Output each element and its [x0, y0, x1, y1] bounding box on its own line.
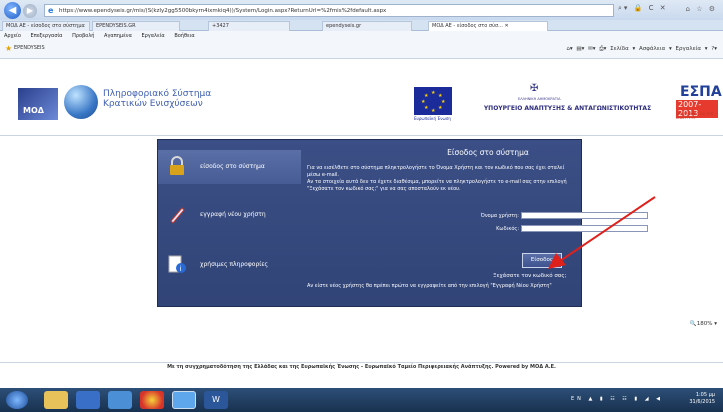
clock-time: 1:05 μμ: [695, 392, 715, 398]
ministry-sub: ΕΛΛΗΝΙΚΗ ΔΗΜΟΚΡΑΤΙΑ: [518, 97, 561, 101]
page-menu[interactable]: Σελίδα ▾: [610, 46, 635, 52]
command-tools: ⌂▾ ▤▾ ✉▾ ⎙▾ Σελίδα ▾ Ασφάλεια ▾ Εργαλεία…: [566, 46, 717, 53]
zoom-level[interactable]: 🔍180% ▾: [690, 321, 717, 327]
command-bar: ★ EPENDYSEIS ⌂▾ ▤▾ ✉▾ ⎙▾ Σελίδα ▾ Ασφάλε…: [0, 41, 723, 59]
login-desc-1: Για να εισέλθετε στο σύστημα πληκτρολογή…: [307, 165, 565, 178]
menu-edit[interactable]: Επεξεργασία: [31, 33, 63, 39]
help-icon[interactable]: ?▾: [711, 46, 717, 52]
login-title: Είσοδος στο σύστημα: [447, 148, 529, 157]
header-divider: [0, 135, 723, 136]
clock[interactable]: 1:05 μμ 31/6/2015: [689, 392, 715, 406]
ministry-name: ΥΠΟΥΡΓΕΙΟ ΑΝΑΠΤΥΞΗΣ & ΑΝΤΑΓΩΝΙΣΤΙΚΟΤΗΤΑΣ: [483, 105, 652, 112]
espa-sub: ΠΡΟΓΡΑΜΜΑ ΓΙΑ ΤΗΝ ΑΝΑΠΤΥΞΗ: [676, 112, 714, 120]
clock-date: 31/6/2015: [689, 399, 715, 405]
home-icon[interactable]: ⌂▾: [566, 46, 572, 52]
svg-text:i: i: [180, 265, 182, 273]
system-name-line1: Πληροφοριακό Σύστημα: [103, 89, 212, 99]
browser-titlebar: ◀ ▶ e https://www.ependyseis.gr/mis/(S(k…: [0, 0, 723, 20]
tab-3[interactable]: +3427: [208, 21, 290, 31]
eu-caption: Ευρωπαϊκή Ένωση: [414, 116, 451, 121]
sidebar-item-info[interactable]: i χρήσιμες πληροφορίες: [158, 248, 301, 282]
menu-file[interactable]: Αρχείο: [4, 33, 21, 39]
screen: ◀ ▶ e https://www.ependyseis.gr/mis/(S(k…: [0, 0, 723, 412]
tab-2[interactable]: EPENDYSEIS.GR: [92, 21, 180, 31]
mail-icon[interactable]: ✉▾: [588, 46, 595, 52]
tab-label: ependyseis.gr: [326, 23, 362, 29]
sidebar-item-label: είσοδος στο σύστημα: [200, 163, 265, 170]
ie-icon: e: [48, 6, 54, 15]
tools-menu[interactable]: Εργαλεία ▾: [675, 46, 707, 52]
language-indicator[interactable]: EN: [571, 396, 584, 402]
footer: Με τη συγχρηματοδότηση της Ελλάδας και τ…: [0, 362, 723, 371]
pen-icon: [170, 207, 185, 224]
register-note: Αν είστε νέος χρήστης θα πρέπει πρώτα να…: [307, 283, 552, 289]
back-button[interactable]: ◀: [4, 2, 21, 19]
home-star-gear-icons[interactable]: ⌂ ☆ ⚙: [686, 5, 717, 13]
sidebar: είσοδος στο σύστημα εγγραφή νέου χρήστη …: [158, 140, 301, 308]
eu-flag-icon: ★ ★ ★ ★ ★ ★ ★ ★: [414, 87, 452, 115]
tab-label: ΜΟΔ ΑΕ - είσοδος στο σύσ...: [432, 23, 503, 29]
sidebar-item-register[interactable]: εγγραφή νέου χρήστη: [158, 198, 301, 232]
system-name: Πληροφοριακό Σύστημα Κρατικών Ενισχύσεων: [103, 89, 211, 109]
sidebar-item-login[interactable]: είσοδος στο σύστημα: [158, 150, 301, 184]
word-icon[interactable]: W: [204, 391, 228, 409]
zoom-value: 180%: [696, 321, 713, 327]
system-tray[interactable]: EN ▲ ▮ ☷ ☷ ▮ ◢ ◀: [571, 396, 663, 402]
media-player-icon[interactable]: [76, 391, 100, 409]
login-description: Για να εισέλθετε στο σύστημα πληκτρολογή…: [307, 165, 577, 193]
site-header: ΜΟΔ Πληροφοριακό Σύστημα Κρατικών Ενισχύ…: [0, 77, 723, 137]
favorite-link[interactable]: EPENDYSEIS: [14, 45, 45, 51]
feeds-icon[interactable]: ▤▾: [576, 46, 584, 52]
greek-emblem-icon: ✠: [530, 83, 539, 94]
safety-menu[interactable]: Ασφάλεια ▾: [639, 46, 672, 52]
password-label: Κωδικός:: [496, 226, 519, 232]
menu-help[interactable]: Βοήθεια: [174, 33, 194, 39]
sidebar-item-label: εγγραφή νέου χρήστη: [200, 211, 266, 218]
red-arrow-annotation: [548, 196, 656, 269]
messenger-icon[interactable]: [108, 391, 132, 409]
tab-label: +3427: [212, 23, 229, 29]
tab-1[interactable]: ΜΟΔ ΑΕ - είσοδος στο σύστημα: [2, 21, 90, 31]
sidebar-item-label: χρήσιμες πληροφορίες: [200, 261, 269, 268]
address-tools[interactable]: ⌕▾ 🔒 C ✕: [618, 4, 668, 13]
url-text: https://www.ependyseis.gr/mis/(S(kzIy2gg…: [59, 8, 387, 14]
menu-tools[interactable]: Εργαλεία: [141, 33, 164, 39]
login-panel: είσοδος στο σύστημα εγγραφή νέου χρήστη …: [157, 139, 648, 308]
favorites-star-icon[interactable]: ★: [5, 44, 12, 53]
info-icon: i: [168, 255, 186, 273]
start-button[interactable]: [6, 391, 28, 409]
menu-view[interactable]: Προβολή: [72, 33, 94, 39]
tab-active[interactable]: ΜΟΔ ΑΕ - είσοδος στο σύσ... ✕: [428, 21, 548, 31]
chrome-icon[interactable]: [140, 391, 164, 409]
lock-icon: [170, 156, 184, 175]
username-label: Όνομα χρήστη:: [480, 213, 519, 219]
system-name-line2: Κρατικών Ενισχύσεων: [103, 99, 203, 109]
address-bar[interactable]: e https://www.ependyseis.gr/mis/(S(kzIy2…: [44, 4, 614, 17]
espa-title: ΕΣΠΑ: [680, 84, 722, 100]
forgot-password-link[interactable]: Ξεχάσατε τον κωδικό σας;: [493, 273, 567, 279]
logo-text: ΜΟΔ: [23, 106, 44, 115]
tab-4[interactable]: ependyseis.gr: [322, 21, 412, 31]
login-desc-2: Αν τα στοιχεία αυτά δεν τα έχετε διαθέσι…: [307, 179, 567, 192]
taskbar: W EN ▲ ▮ ☷ ☷ ▮ ◢ ◀ 1:05 μμ 31/6/2015: [0, 388, 723, 412]
mod-logo: ΜΟΔ: [18, 88, 58, 120]
menu-bar: Αρχείο Επεξεργασία Προβολή Αγαπημένα Εργ…: [0, 31, 723, 41]
forward-button[interactable]: ▶: [23, 4, 37, 18]
explorer-icon[interactable]: [44, 391, 68, 409]
tab-label: ΜΟΔ ΑΕ - είσοδος στο σύστημα: [6, 23, 85, 29]
tab-label: EPENDYSEIS.GR: [96, 23, 136, 29]
globe-icon: [64, 85, 98, 119]
ie-taskbar-icon[interactable]: [172, 391, 196, 409]
print-icon[interactable]: ⎙▾: [599, 46, 606, 52]
espa-logo: ΕΣΠΑ 2007-2013 ΠΡΟΓΡΑΜΜΑ ΓΙΑ ΤΗΝ ΑΝΑΠΤΥΞ…: [666, 84, 722, 120]
tab-strip: ΜΟΔ ΑΕ - είσοδος στο σύστημα EPENDYSEIS.…: [0, 20, 723, 31]
menu-favorites[interactable]: Αγαπημένα: [104, 33, 132, 39]
